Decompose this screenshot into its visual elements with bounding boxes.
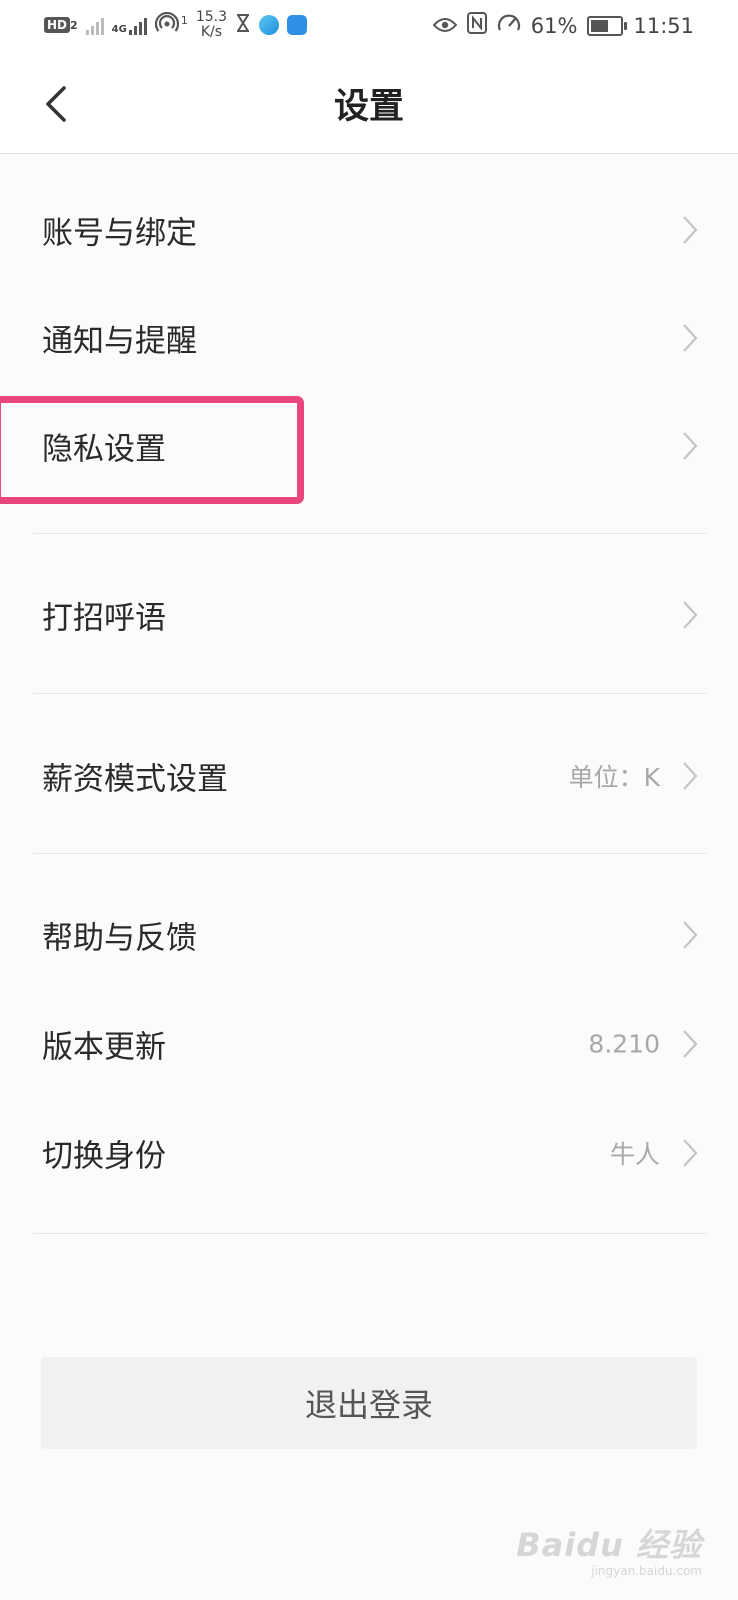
divider xyxy=(33,533,706,534)
nfc-icon xyxy=(466,12,487,39)
hourglass-icon xyxy=(235,13,251,37)
settings-item-value: 单位：K xyxy=(568,763,660,792)
page-title: 设置 xyxy=(333,87,404,127)
settings-item-value: 8.210 xyxy=(588,1029,660,1059)
eye-icon xyxy=(432,14,458,38)
location-app-icon xyxy=(287,15,308,35)
header-bar: 设置 xyxy=(0,52,738,154)
signal-4g-icon: 4G xyxy=(112,15,147,35)
network-speed: 15.3 K/s xyxy=(196,10,227,40)
settings-item-label: 帮助与反馈 xyxy=(42,920,197,957)
hd-sim-number: 2 xyxy=(70,19,78,32)
settings-item-salary-mode[interactable]: 薪资模式设置 单位：K xyxy=(0,728,738,824)
divider xyxy=(33,1233,706,1234)
net-type: 4G xyxy=(111,24,127,35)
status-bar: HD 2 4G 1 15.3 K/s 61% 11:51 xyxy=(0,0,738,52)
settings-item-notifications[interactable]: 通知与提醒 xyxy=(0,290,738,386)
logout-button[interactable]: 退出登录 xyxy=(41,1357,697,1449)
settings-item-label: 切换身份 xyxy=(42,1138,166,1175)
hotspot-icon xyxy=(154,11,179,38)
privacy-highlight-box xyxy=(0,396,304,504)
hd-badge: HD xyxy=(44,17,71,33)
settings-item-help-feedback[interactable]: 帮助与反馈 xyxy=(0,887,738,983)
divider xyxy=(33,853,706,854)
settings-item-label: 打招呼语 xyxy=(42,600,166,637)
chevron-right-icon xyxy=(683,324,698,352)
clock: 11:51 xyxy=(633,13,694,38)
chevron-right-icon xyxy=(683,1030,698,1058)
chevron-right-icon xyxy=(683,921,698,949)
chevron-right-icon xyxy=(683,1139,698,1167)
watermark-sub: jingyan.baidu.com xyxy=(591,1564,702,1578)
settings-item-switch-identity[interactable]: 切换身份 牛人 xyxy=(0,1105,738,1201)
baidu-jingyan-watermark: Baidu 经验 jingyan.baidu.com xyxy=(516,1520,702,1578)
battery-icon xyxy=(587,15,628,36)
hotspot-count: 1 xyxy=(180,13,188,27)
hd-icon: HD 2 xyxy=(44,17,78,33)
status-bar-right: 61% 11:51 xyxy=(432,12,694,39)
settings-item-label: 账号与绑定 xyxy=(42,215,197,252)
settings-item-label: 薪资模式设置 xyxy=(42,761,228,798)
settings-item-label: 版本更新 xyxy=(42,1029,166,1066)
status-bar-left: HD 2 4G 1 15.3 K/s xyxy=(44,10,308,40)
chevron-right-icon xyxy=(683,762,698,790)
speed-unit: K/s xyxy=(200,24,223,40)
speed-value: 15.3 xyxy=(195,9,228,25)
settings-item-label: 通知与提醒 xyxy=(42,323,197,360)
watermark-main: Baidu 经验 xyxy=(516,1526,702,1564)
settings-item-version-update[interactable]: 版本更新 8.210 xyxy=(0,996,738,1092)
settings-item-account-binding[interactable]: 账号与绑定 xyxy=(0,182,738,278)
battery-percent: 61% xyxy=(530,13,578,38)
app-icon xyxy=(259,15,280,35)
signal-icon xyxy=(85,15,104,35)
chevron-right-icon xyxy=(683,601,698,629)
settings-item-value: 牛人 xyxy=(609,1140,660,1169)
chevron-right-icon xyxy=(683,216,698,244)
speedometer-icon xyxy=(497,12,521,39)
divider xyxy=(33,693,706,694)
settings-item-greeting[interactable]: 打招呼语 xyxy=(0,567,738,663)
chevron-right-icon xyxy=(683,432,698,460)
